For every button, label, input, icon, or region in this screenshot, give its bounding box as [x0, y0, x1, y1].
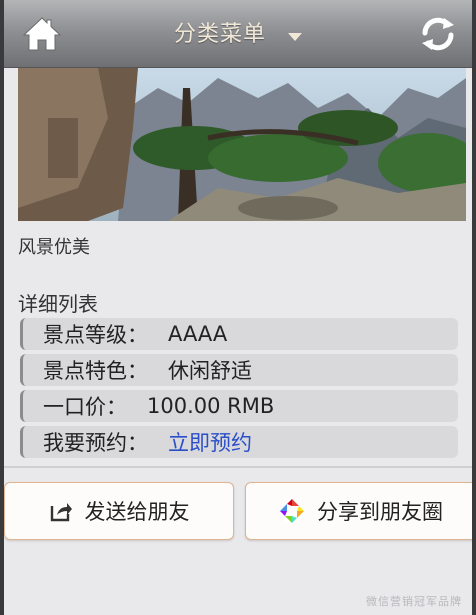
- detail-row-rating: 景点等级： AAAA: [20, 318, 458, 350]
- top-bar: 分类菜单: [4, 0, 472, 68]
- app-screen: 分类菜单 风景优美 详细列表 景点等级： AAAA 景点特色： 休闲舒适 一口价…: [4, 0, 472, 615]
- send-to-friend-label: 发送给朋友: [84, 500, 190, 524]
- detail-label: 景点特色：: [43, 359, 148, 383]
- share-arrow-icon: [50, 503, 72, 522]
- banner-caption: 风景优美: [18, 237, 90, 258]
- share-to-moments-button[interactable]: 分享到朋友圈: [245, 482, 472, 540]
- detail-list: 景点等级： AAAA 景点特色： 休闲舒适 一口价： 100.00 RMB 我要…: [20, 318, 458, 462]
- detail-label: 我要预约：: [43, 431, 148, 455]
- refresh-icon: [422, 17, 454, 51]
- share-to-moments-label: 分享到朋友圈: [317, 500, 443, 524]
- watermark-text: 微信营销冠军品牌: [366, 595, 462, 608]
- divider: [4, 466, 472, 468]
- refresh-button[interactable]: [416, 14, 460, 54]
- scenery-banner-image: [18, 68, 466, 221]
- detail-value: 休闲舒适: [168, 359, 252, 383]
- page-title: 分类菜单: [173, 22, 266, 47]
- detail-row-booking: 我要预约： 立即预约: [20, 426, 458, 458]
- caret-down-icon: [288, 23, 302, 48]
- detail-value: 100.00 RMB: [147, 394, 275, 418]
- category-menu-toggle[interactable]: 分类菜单: [4, 16, 472, 48]
- detail-label: 一口价：: [43, 395, 127, 419]
- detail-list-heading: 详细列表: [18, 292, 98, 316]
- book-now-link[interactable]: 立即预约: [168, 427, 252, 457]
- detail-row-price: 一口价： 100.00 RMB: [20, 390, 458, 422]
- send-to-friend-button[interactable]: 发送给朋友: [4, 482, 234, 540]
- detail-value: AAAA: [168, 322, 228, 346]
- detail-row-feature: 景点特色： 休闲舒适: [20, 354, 458, 386]
- moments-icon: [280, 499, 304, 523]
- detail-label: 景点等级：: [43, 323, 148, 347]
